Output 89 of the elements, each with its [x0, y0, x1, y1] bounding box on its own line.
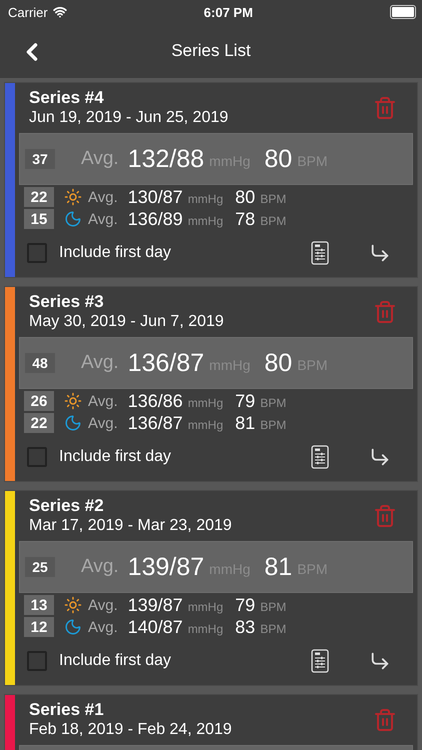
report-button[interactable] — [311, 445, 329, 469]
pulse-value: 80 — [264, 348, 292, 378]
pulse-unit: BPM — [260, 600, 286, 614]
sun-icon — [64, 596, 82, 614]
pressure-value: 139/87 — [128, 552, 204, 582]
reading-count: 15 — [24, 209, 54, 229]
checkbox-label: Include first day — [59, 448, 172, 466]
pressure-value: 139/87 — [128, 594, 183, 616]
pulse-value: 83 — [235, 616, 256, 638]
series-title: Series #1 — [29, 700, 105, 720]
avg-label: Avg. — [88, 414, 118, 432]
reading-count: 26 — [24, 391, 54, 411]
status-time: 6:07 PM — [204, 4, 253, 20]
pressure-value: 132/88 — [128, 144, 204, 174]
pressure-unit: mmHg — [188, 600, 224, 614]
corner-arrow-icon — [369, 650, 391, 672]
pressure-unit: mmHg — [188, 214, 224, 228]
avg-label: Avg. — [88, 596, 118, 614]
pressure-unit: mmHg — [188, 418, 224, 432]
pulse-value: 78 — [235, 208, 256, 230]
trash-icon — [373, 300, 397, 324]
pulse-value: 79 — [235, 390, 256, 412]
reading-count: 12 — [24, 617, 54, 637]
trash-icon — [373, 708, 397, 732]
open-button[interactable] — [369, 446, 391, 468]
series-dates: Feb 18, 2019 - Feb 24, 2019 — [29, 720, 232, 740]
moon-icon — [64, 618, 82, 636]
series-title: Series #4 — [29, 88, 105, 108]
pulse-value: 80 — [235, 186, 256, 208]
pressure-unit: mmHg — [188, 396, 224, 410]
pressure-value: 136/87 — [128, 412, 183, 434]
avg-label: Avg. — [81, 352, 119, 374]
reading-count: 37 — [25, 149, 55, 169]
checkbox[interactable] — [27, 651, 47, 671]
series-dates: May 30, 2019 - Jun 7, 2019 — [29, 312, 224, 332]
checkbox-label: Include first day — [59, 244, 172, 262]
corner-arrow-icon — [369, 446, 391, 468]
series-title: Series #2 — [29, 496, 105, 516]
avg-label: Avg. — [88, 618, 118, 636]
corner-arrow-icon — [369, 242, 391, 264]
pulse-unit: BPM — [260, 396, 286, 410]
pressure-value: 136/89 — [128, 208, 183, 230]
sun-icon — [64, 392, 82, 410]
pulse-unit: BPM — [260, 214, 286, 228]
avg-label: Avg. — [88, 210, 118, 228]
avg-label: Avg. — [81, 556, 119, 578]
pressure-unit: mmHg — [188, 622, 224, 636]
pressure-unit: mmHg — [188, 192, 224, 206]
trash-icon — [373, 96, 397, 120]
pressure-value: 130/87 — [128, 186, 183, 208]
open-button[interactable] — [369, 242, 391, 264]
avg-label: Avg. — [81, 148, 119, 170]
sun-icon — [64, 188, 82, 206]
report-icon — [311, 241, 329, 265]
carrier-label: Carrier — [8, 4, 48, 20]
battery-icon — [390, 5, 416, 19]
avg-label: Avg. — [88, 188, 118, 206]
pulse-value: 81 — [264, 552, 292, 582]
avg-label: Avg. — [88, 392, 118, 410]
reading-count: 22 — [24, 413, 54, 433]
open-button[interactable] — [369, 650, 391, 672]
pressure-value: 136/86 — [128, 390, 183, 412]
nav-title: Series List — [171, 41, 251, 61]
pulse-unit: BPM — [260, 418, 286, 432]
report-icon — [311, 445, 329, 469]
reading-count: 48 — [25, 353, 55, 373]
checkbox[interactable] — [27, 447, 47, 467]
reading-count: 25 — [25, 557, 55, 577]
reading-count: 13 — [24, 595, 54, 615]
pulse-unit: BPM — [260, 622, 286, 636]
pulse-unit: BPM — [260, 192, 286, 206]
series-title: Series #3 — [29, 292, 105, 312]
moon-icon — [64, 210, 82, 228]
moon-icon — [64, 414, 82, 432]
pulse-value: 79 — [235, 594, 256, 616]
series-dates: Jun 19, 2019 - Jun 25, 2019 — [29, 108, 228, 128]
wifi-icon — [52, 5, 67, 19]
pressure-value: 136/87 — [128, 348, 204, 378]
report-button[interactable] — [311, 649, 329, 673]
report-icon — [311, 649, 329, 673]
report-button[interactable] — [311, 241, 329, 265]
pulse-value: 81 — [235, 412, 256, 434]
pulse-value: 80 — [264, 144, 292, 174]
checkbox[interactable] — [27, 243, 47, 263]
pressure-value: 140/87 — [128, 616, 183, 638]
reading-count: 22 — [24, 187, 54, 207]
series-dates: Mar 17, 2019 - Mar 23, 2019 — [29, 516, 232, 536]
checkbox-label: Include first day — [59, 652, 172, 670]
trash-icon — [373, 504, 397, 528]
